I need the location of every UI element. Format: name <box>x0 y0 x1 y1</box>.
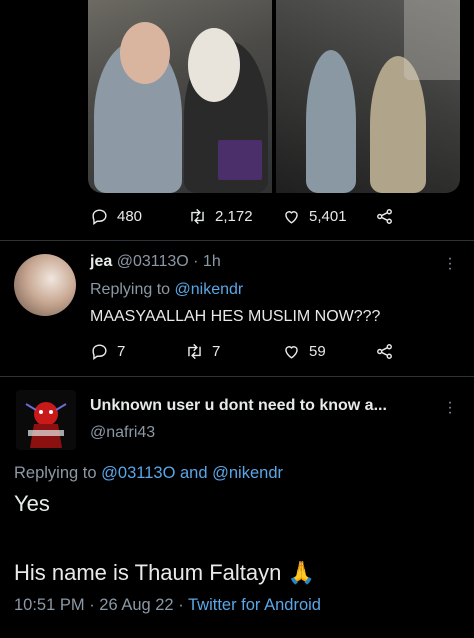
main-author-name[interactable]: Unknown user u dont need to know a... <box>90 397 387 415</box>
heart-icon <box>285 346 298 359</box>
retweet-count: 2,172 <box>215 208 253 225</box>
reply-share-action[interactable] <box>375 342 394 361</box>
reply-text: MAASYAALLAH HES MUSLIM NOW??? <box>90 308 381 325</box>
tweet-photo-right[interactable] <box>276 0 460 193</box>
replying-to-label: Replying to <box>90 281 171 298</box>
share-icon <box>377 209 392 224</box>
retweet-icon <box>191 208 204 225</box>
reply-author-handle[interactable]: @03113O <box>117 253 189 270</box>
main-text-line1: Yes <box>14 491 50 516</box>
main-author-handle[interactable]: @nafri43 <box>90 424 155 442</box>
divider <box>0 376 474 377</box>
like-count: 5,401 <box>309 208 347 225</box>
main-meta: 10:51 PM · 26 Aug 22 · Twitter for Andro… <box>14 596 321 615</box>
reply-reply-action[interactable]: 7 <box>90 342 125 361</box>
retweet-icon <box>188 343 201 360</box>
main-source[interactable]: Twitter for Android <box>188 596 321 614</box>
reply-action[interactable]: 480 <box>90 207 142 226</box>
reply-retweet-count: 7 <box>212 343 221 360</box>
retweet-action[interactable]: 2,172 <box>188 207 253 226</box>
reply-header: jea @03113O · 1h <box>90 253 221 271</box>
main-timestamp[interactable]: 10:51 PM · 26 Aug 22 · <box>14 596 184 614</box>
photo-wall-light <box>404 0 460 80</box>
reply-retweet-action[interactable]: 7 <box>185 342 220 361</box>
tweet-photo-left[interactable] <box>88 0 272 193</box>
reply-bubble-icon <box>92 344 107 361</box>
reply-time[interactable]: · 1h <box>193 253 221 270</box>
reply-reply-count: 7 <box>117 343 126 360</box>
replying-to-link-1[interactable]: @03113O <box>101 464 175 482</box>
reply-like-action[interactable]: 59 <box>282 342 326 361</box>
replying-to-link[interactable]: @nikendr <box>175 281 244 298</box>
avatar-illustration-icon <box>25 402 67 448</box>
more-vertical-icon[interactable]: · · · <box>447 395 453 421</box>
photo-hijab-right <box>188 28 240 102</box>
share-action[interactable] <box>375 207 394 226</box>
photo-person-man <box>306 50 356 193</box>
reply-replying-to: Replying to @nikendr <box>90 281 243 299</box>
replying-to-link-2[interactable]: @nikendr <box>212 464 283 482</box>
photo-book <box>218 140 262 180</box>
heart-icon <box>285 211 298 224</box>
main-avatar[interactable] <box>16 390 76 450</box>
like-action[interactable]: 5,401 <box>282 207 347 226</box>
main-replying-to: Replying to @03113O and @nikendr <box>14 464 283 483</box>
share-icon <box>377 344 392 359</box>
replying-to-and: and <box>180 464 208 482</box>
photo-face-left <box>120 22 170 84</box>
reply-author-name[interactable]: jea <box>90 253 112 270</box>
reply-avatar[interactable] <box>14 254 76 316</box>
divider <box>0 240 474 241</box>
reply-count: 480 <box>117 208 143 225</box>
replying-to-label: Replying to <box>14 464 97 482</box>
reply-bubble-icon <box>92 209 107 226</box>
more-vertical-icon[interactable]: · · · <box>447 251 453 277</box>
pray-emoji: 🙏 <box>287 560 315 585</box>
main-text-line2: His name is Thaum Faltayn <box>14 560 282 585</box>
main-text-line2-wrap: His name is Thaum Faltayn 🙏 <box>14 560 315 586</box>
reply-like-count: 59 <box>309 343 326 360</box>
